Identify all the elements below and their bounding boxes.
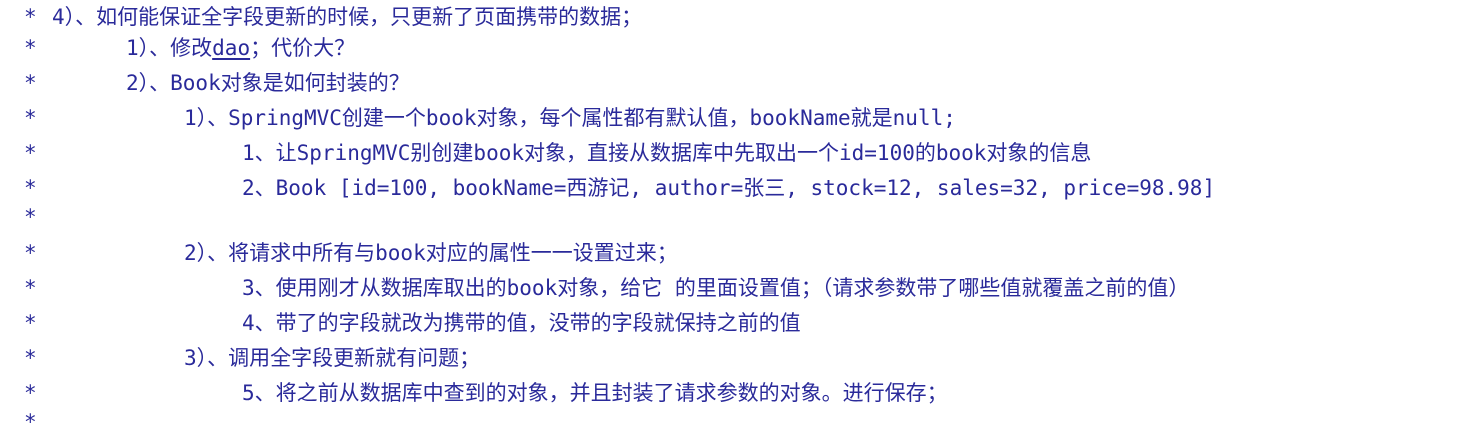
comment-text: 5、将之前从数据库中查到的对象，并且封装了请求参数的对象。进行保存；	[242, 381, 948, 405]
comment-text: 2、Book [id=100, bookName=西游记, author=张三,…	[242, 176, 1216, 200]
comment-text: 3、使用刚才从数据库取出的book对象，给它 的里面设置值；（请求参数带了哪些值…	[242, 276, 1190, 300]
comment-star: *	[24, 276, 37, 300]
comment-line: * 1）、SpringMVC创建一个book对象，每个属性都有默认值，bookN…	[0, 101, 956, 135]
comment-star: *	[24, 410, 37, 427]
comment-star: *	[24, 311, 37, 335]
comment-star: *	[24, 106, 37, 130]
comment-text: 4）、如何能保证全字段更新的时候，只更新了页面携带的数据；	[52, 5, 643, 29]
comment-star: *	[24, 36, 37, 60]
comment-line: * 2）、Book对象是如何封装的？	[0, 66, 410, 100]
comment-line: * 1、让SpringMVC别创建book对象，直接从数据库中先取出一个id=1…	[0, 136, 1091, 170]
comment-star: *	[24, 5, 37, 29]
comment-text: 1）、SpringMVC创建一个book对象，每个属性都有默认值，bookNam…	[184, 106, 956, 130]
comment-star: *	[24, 346, 37, 370]
comment-star: *	[24, 241, 37, 265]
comment-text: 1）、修改dao；代价大？	[126, 31, 355, 65]
comment-star: *	[24, 205, 37, 229]
comment-line: *	[0, 200, 51, 234]
comment-star: *	[24, 71, 37, 95]
comment-line: * 4）、如何能保证全字段更新的时候，只更新了页面携带的数据；	[0, 0, 642, 34]
comment-text: 2）、Book对象是如何封装的？	[126, 71, 410, 95]
dao-link[interactable]: dao	[212, 36, 250, 60]
comment-line: * 4、带了的字段就改为携带的值，没带的字段就保持之前的值	[0, 306, 801, 340]
comment-text: 1、让SpringMVC别创建book对象，直接从数据库中先取出一个id=100…	[242, 141, 1092, 165]
comment-line: * 1）、修改dao；代价大？	[0, 31, 355, 65]
comment-line: * 2）、将请求中所有与book对应的属性一一设置过来；	[0, 236, 678, 270]
comment-text: 2）、将请求中所有与book对应的属性一一设置过来；	[184, 241, 678, 265]
comment-line: * 3）、调用全字段更新就有问题；	[0, 341, 480, 375]
comment-text-part: 1）、修改	[126, 36, 213, 60]
comment-star: *	[24, 141, 37, 165]
comment-line: * 3、使用刚才从数据库取出的book对象，给它 的里面设置值；（请求参数带了哪…	[0, 271, 1189, 305]
comment-line: *	[0, 405, 51, 427]
comment-text: 3）、调用全字段更新就有问题；	[184, 346, 481, 370]
code-editor[interactable]: * 4）、如何能保证全字段更新的时候，只更新了页面携带的数据； * 1）、修改d…	[0, 0, 1457, 427]
comment-text-part: ；代价大？	[250, 36, 356, 60]
comment-text: 4、带了的字段就改为携带的值，没带的字段就保持之前的值	[242, 311, 801, 335]
